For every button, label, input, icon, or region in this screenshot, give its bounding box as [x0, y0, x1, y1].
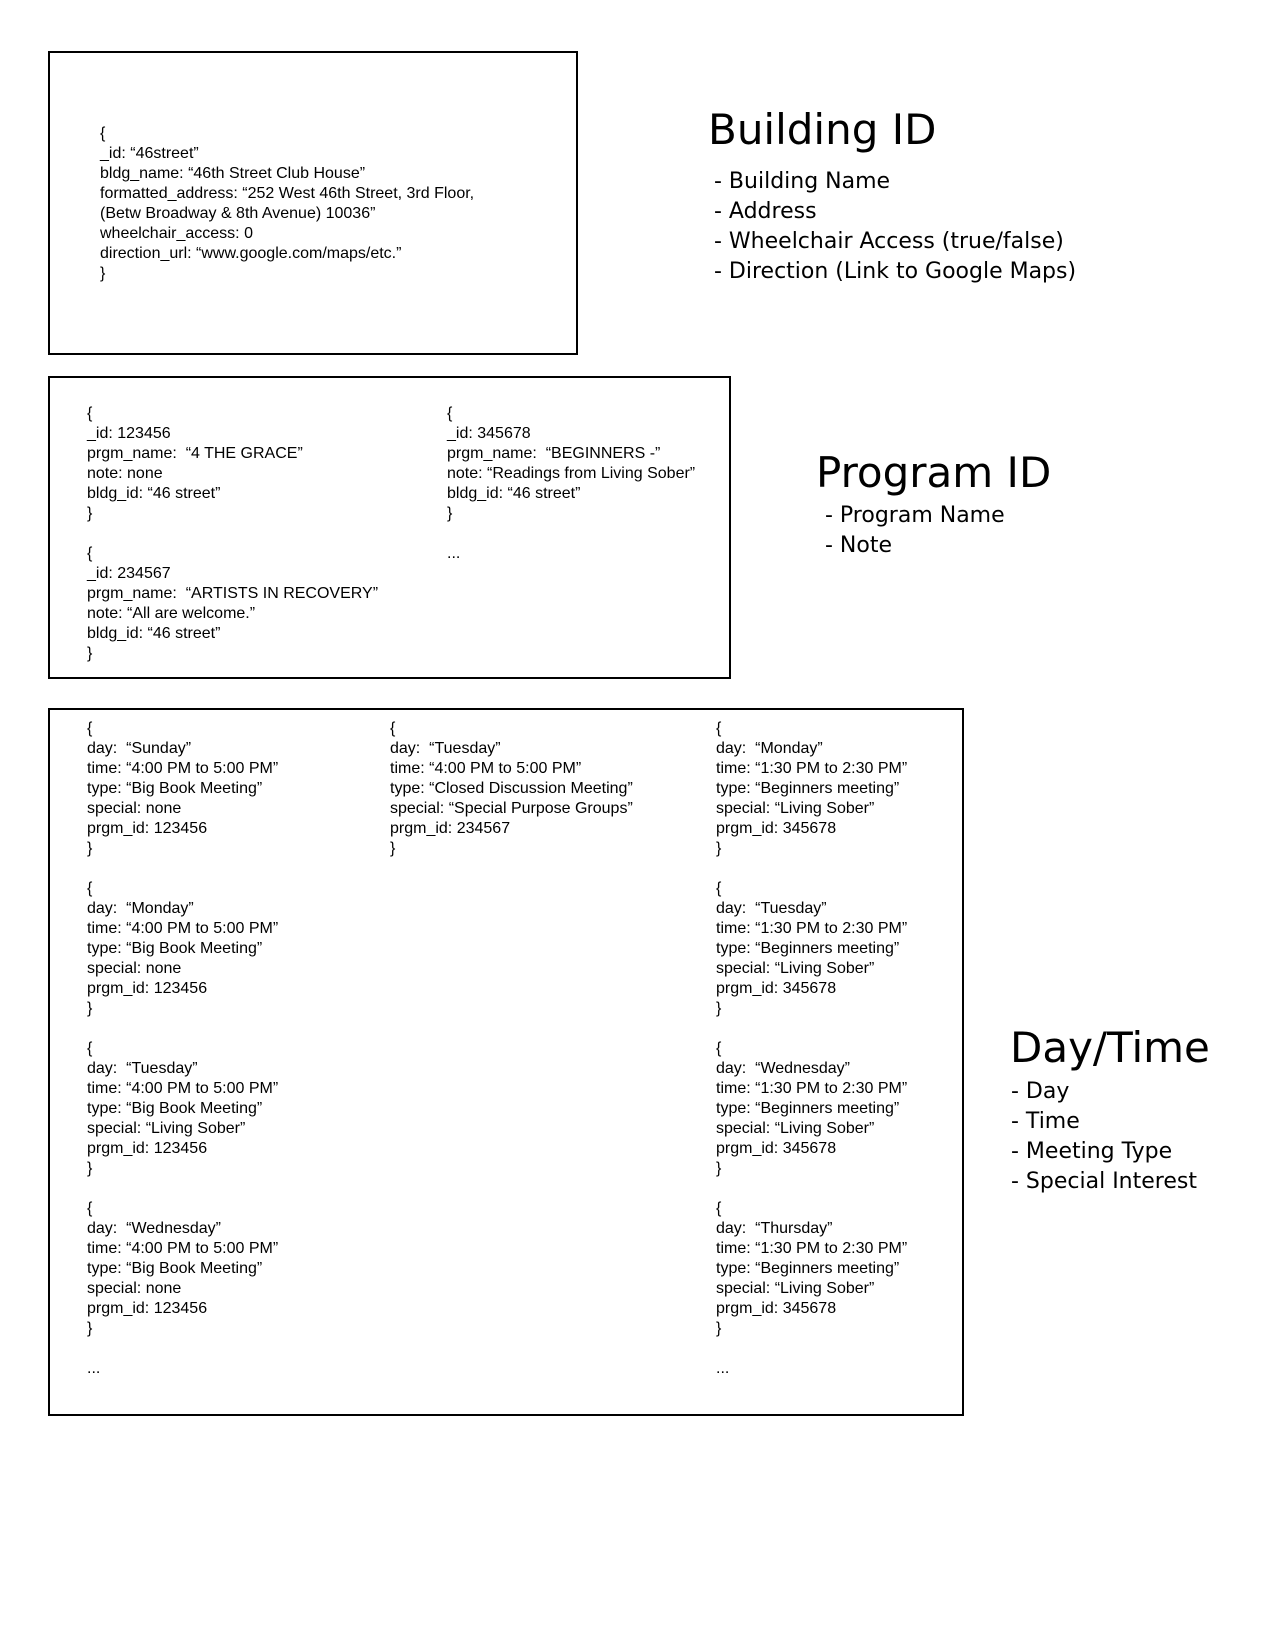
daytime-field-day: - Day: [1011, 1079, 1070, 1104]
program-records-right: { _id: 345678 prgm_name: “BEGINNERS -” n…: [447, 405, 696, 562]
program-records-left: { _id: 123456 prgm_name: “4 THE GRACE” n…: [87, 405, 379, 662]
daytime-fields-list: - Day - Time - Meeting Type - Special In…: [1011, 1077, 1197, 1197]
building-record-code: { _id: “46street” bldg_name: “46th Stree…: [100, 125, 475, 282]
program-field-note: - Note: [825, 533, 893, 558]
daytime-field-meeting-type: - Meeting Type: [1011, 1139, 1173, 1164]
daytime-records-col-2: { day: “Tuesday” time: “4:00 PM to 5:00 …: [390, 720, 633, 857]
building-field-name: - Building Name: [714, 169, 891, 194]
building-id-heading: Building ID: [708, 105, 937, 154]
program-field-name: - Program Name: [825, 503, 1005, 528]
program-fields-list: - Program Name - Note: [825, 501, 1005, 561]
building-fields-list: - Building Name - Address - Wheelchair A…: [714, 167, 1076, 287]
building-field-wheelchair: - Wheelchair Access (true/false): [714, 229, 1064, 254]
daytime-heading: Day/Time: [1010, 1023, 1210, 1072]
program-id-heading: Program ID: [816, 448, 1052, 497]
daytime-field-time: - Time: [1011, 1109, 1080, 1134]
building-field-direction: - Direction (Link to Google Maps): [714, 259, 1077, 284]
daytime-records-col-3: { day: “Monday” time: “1:30 PM to 2:30 P…: [716, 720, 908, 1377]
building-field-address: - Address: [714, 199, 817, 224]
daytime-field-special-interest: - Special Interest: [1011, 1169, 1197, 1194]
daytime-records-col-1: { day: “Sunday” time: “4:00 PM to 5:00 P…: [87, 720, 279, 1377]
